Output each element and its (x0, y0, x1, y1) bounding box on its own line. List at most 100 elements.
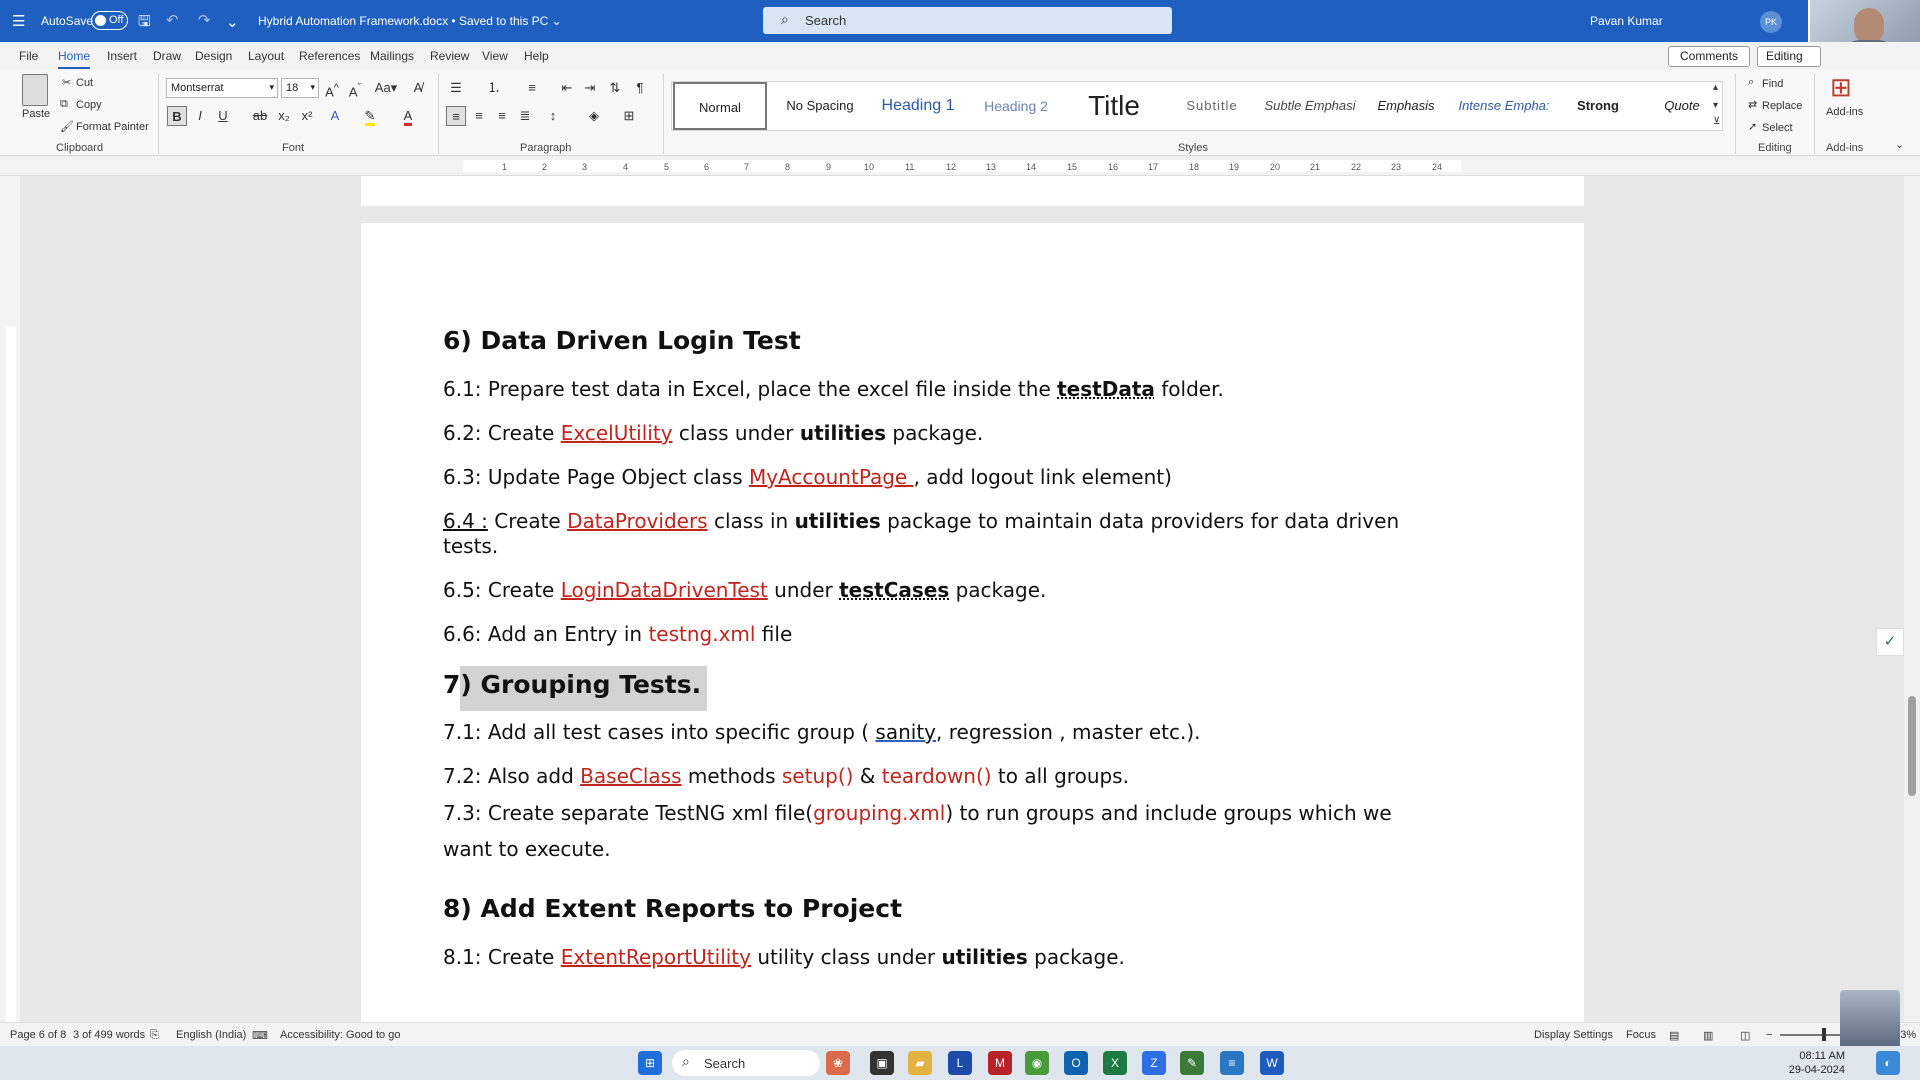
word-count[interactable]: 3 of 499 words (73, 1029, 145, 1041)
format-painter-icon[interactable]: 🖌 (60, 120, 74, 133)
style-heading-1[interactable]: Heading 1 (868, 82, 968, 130)
undo-icon[interactable]: ↶ (166, 11, 179, 29)
subscript-button[interactable]: x₂ (274, 106, 294, 126)
paragraph-7-3-continued[interactable]: want to execute. (443, 837, 611, 861)
shrink-font-icon[interactable]: Aˇ (345, 78, 365, 99)
paragraph-6-4-continued[interactable]: tests. (443, 534, 498, 558)
save-icon[interactable]: 🖫 (138, 11, 151, 36)
style-quote[interactable]: Quote (1640, 82, 1724, 130)
mcafee-icon[interactable]: M (988, 1051, 1012, 1075)
comments-button[interactable]: Comments (1668, 46, 1750, 67)
tab-layout[interactable]: Layout (248, 49, 284, 63)
start-icon[interactable]: ⊞ (638, 1051, 662, 1075)
zoom-out-icon[interactable]: − (1766, 1029, 1772, 1041)
accessibility-status[interactable]: Accessibility: Good to go (280, 1029, 400, 1041)
font-size-combo[interactable]: 18 ▾ (281, 78, 319, 98)
copilot-icon[interactable]: ◐ (1876, 1051, 1900, 1075)
scrollbar-thumb[interactable] (1908, 696, 1916, 796)
replace-button[interactable]: Replace (1762, 100, 1802, 112)
tab-insert[interactable]: Insert (107, 49, 137, 63)
tab-home[interactable]: Home (58, 49, 91, 69)
paragraph-7-1[interactable]: 7.1: Add all test cases into specific gr… (443, 720, 1201, 744)
text-effects-icon[interactable]: A (325, 106, 345, 126)
shading-icon[interactable]: ◈ (584, 106, 604, 126)
taskbar-search[interactable]: ⌕ Search (672, 1050, 820, 1076)
excel-icon[interactable]: X (1103, 1051, 1127, 1075)
vertical-scrollbar[interactable] (1904, 176, 1920, 1026)
underline-button[interactable]: U (213, 106, 233, 126)
font-color-icon[interactable]: A (398, 106, 418, 126)
replace-icon[interactable]: ⇄ (1748, 98, 1757, 111)
addins-button[interactable]: Add-ins (1826, 106, 1863, 118)
file-explorer-icon[interactable]: ▰ (908, 1051, 932, 1075)
tab-references[interactable]: References (299, 49, 360, 63)
cut-button[interactable]: Cut (76, 77, 93, 89)
copy-button[interactable]: Copy (76, 99, 102, 111)
tab-file[interactable]: File (19, 49, 38, 63)
tab-help[interactable]: Help (524, 49, 549, 63)
page-count[interactable]: Page 6 of 8 (10, 1029, 66, 1041)
system-clock[interactable]: 08:11 AM 29-04-2024 (1785, 1049, 1845, 1077)
paste-icon[interactable] (22, 74, 48, 106)
heading-grouping-tests[interactable]: 7) Grouping Tests. (443, 666, 708, 711)
strikethrough-button[interactable]: ab (250, 106, 270, 126)
cut-icon[interactable]: ✂ (62, 76, 71, 89)
font-name-combo[interactable]: Montserrat ▾ (166, 78, 278, 98)
language[interactable]: English (India) (176, 1029, 246, 1041)
paragraph-7-3[interactable]: 7.3: Create separate TestNG xml file(gro… (443, 801, 1392, 825)
multilevel-list-icon[interactable]: ≡ (522, 78, 542, 98)
style-no-spacing[interactable]: No Spacing (772, 82, 868, 130)
horizontal-ruler[interactable]: 1 2 3 4 5 6 7 8 9 10 11 12 13 14 15 16 1… (0, 156, 1920, 176)
find-button[interactable]: Find (1762, 78, 1783, 90)
tab-design[interactable]: Design (195, 49, 232, 63)
style-heading-2[interactable]: Heading 2 (968, 82, 1064, 130)
display-settings-button[interactable]: Display Settings (1534, 1029, 1613, 1041)
select-icon[interactable]: ➚ (1748, 120, 1757, 133)
gallery-expand-icon[interactable]: ⊻ (1713, 116, 1720, 127)
style-subtle-emphasis[interactable]: Subtle Emphasi (1260, 82, 1360, 130)
numbering-icon[interactable]: ⒈ (484, 78, 504, 98)
style-normal[interactable]: Normal (673, 82, 767, 130)
paragraph-8-1[interactable]: 8.1: Create ExtentReportUtility utility … (443, 945, 1125, 969)
addins-icon[interactable]: ⊞ (1830, 72, 1852, 103)
heading-data-driven-login-test[interactable]: 6) Data Driven Login Test (443, 326, 801, 355)
paragraph-6-3[interactable]: 6.3: Update Page Object class MyAccountP… (443, 465, 1172, 489)
borders-icon[interactable]: ⊞ (619, 106, 639, 126)
increase-indent-icon[interactable]: ⇥ (580, 78, 600, 98)
paragraph-6-2[interactable]: 6.2: Create ExcelUtility class under uti… (443, 421, 983, 445)
paragraph-7-2[interactable]: 7.2: Also add BaseClass methods setup() … (443, 764, 1129, 788)
proofing-icon[interactable]: ⎘ (150, 1029, 159, 1042)
style-intense-emphasis[interactable]: Intense Empha: (1452, 82, 1556, 130)
autosave-toggle[interactable]: Off (91, 11, 128, 30)
redo-icon[interactable]: ↷ (198, 11, 211, 29)
sort-icon[interactable]: ⇅ (605, 78, 625, 98)
notepad-icon[interactable]: ≡ (1220, 1051, 1244, 1075)
web-layout-icon[interactable]: ◫ (1740, 1029, 1750, 1042)
text-predictions-icon[interactable]: ⌨ (252, 1029, 268, 1042)
paragraph-6-5[interactable]: 6.5: Create LoginDataDrivenTest under te… (443, 578, 1046, 602)
tab-view[interactable]: View (482, 49, 508, 63)
checkmark-icon[interactable]: ✓ (1876, 628, 1904, 656)
notepad-plus-icon[interactable]: ✎ (1180, 1051, 1204, 1075)
format-painter-button[interactable]: Format Painter (76, 121, 149, 133)
change-case-icon[interactable]: Aa▾ (372, 78, 400, 98)
collapse-ribbon-icon[interactable]: ⌄ (1895, 138, 1904, 151)
document-title[interactable]: Hybrid Automation Framework.docx • Saved… (258, 14, 562, 28)
superscript-button[interactable]: x² (297, 106, 317, 126)
clear-formatting-icon[interactable]: A̸ (408, 78, 428, 98)
decrease-indent-icon[interactable]: ⇤ (557, 78, 577, 98)
align-left-icon[interactable]: ≡ (446, 106, 466, 126)
grow-font-icon[interactable]: A^ (322, 78, 342, 99)
avatar[interactable]: PK (1760, 11, 1782, 33)
paragraph-6-4[interactable]: 6.4 : Create DataProviders class in util… (443, 509, 1399, 533)
zoom-app-icon[interactable]: Z (1142, 1051, 1166, 1075)
word-icon[interactable]: W (1260, 1051, 1284, 1075)
focus-button[interactable]: Focus (1626, 1029, 1656, 1041)
vertical-ruler[interactable] (0, 176, 20, 1026)
widgets-icon[interactable]: ❀ (826, 1051, 850, 1075)
find-icon[interactable]: ⌕ (1748, 76, 1754, 89)
style-title[interactable]: Title (1064, 82, 1164, 130)
bold-button[interactable]: B (167, 106, 187, 126)
task-view-icon[interactable]: ▣ (870, 1051, 894, 1075)
teams-icon[interactable]: L (948, 1051, 972, 1075)
